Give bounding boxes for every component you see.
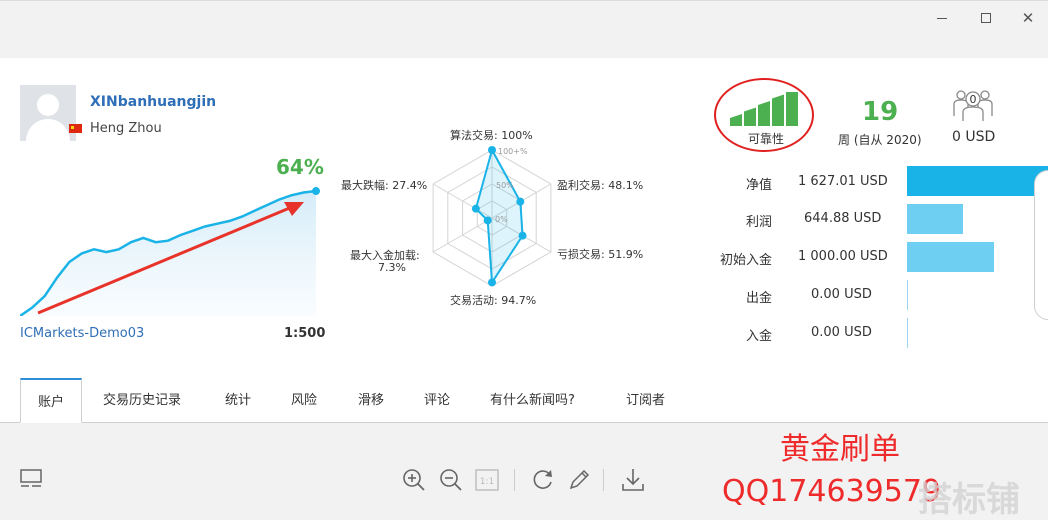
zoom-reset-icon[interactable]: 1:1 [475, 469, 499, 491]
tab-account[interactable]: 账户 [20, 378, 82, 423]
zoom-in-icon[interactable] [402, 468, 426, 492]
radar-ring-label-50: 50% [496, 181, 514, 190]
watermark-qq: QQ174639579 [722, 474, 942, 509]
growth-area [20, 191, 316, 316]
stat-bar-equity [907, 166, 1048, 196]
tab-reviews[interactable]: 评论 [424, 378, 450, 423]
reliability-widget[interactable]: 可靠性 [714, 78, 814, 152]
reliability-bar [744, 107, 756, 126]
svg-text:1:1: 1:1 [480, 477, 494, 487]
radar-point [471, 204, 480, 213]
minimize-icon[interactable] [932, 8, 952, 28]
radar-label-drawdown: 最大跌幅: 27.4% [341, 179, 428, 192]
stat-bar-withdrawals [907, 280, 908, 310]
radar-chart: 100+% 50% 0% [432, 146, 552, 287]
stat-label-profit: 利润 [745, 215, 772, 230]
tab-statistics[interactable]: 统计 [225, 378, 251, 423]
edit-pencil-icon[interactable] [567, 468, 591, 492]
growth-end-point [312, 187, 320, 196]
stat-value-equity: 1 627.01 USD [798, 174, 888, 189]
stat-value-profit: 644.88 USD [804, 211, 882, 226]
radar-ring-label-100: 100+% [498, 147, 528, 156]
leverage-value: 1:500 [284, 326, 326, 341]
subscribers-count: 0 [969, 93, 977, 106]
maximize-icon[interactable] [976, 8, 996, 28]
toolbar-separator [514, 469, 515, 491]
weeks-count: 19 [862, 97, 899, 127]
radar-label-algo: 算法交易: 100% [450, 129, 533, 142]
reliability-bars-icon [730, 92, 798, 126]
tab-slippage[interactable]: 滑移 [358, 378, 384, 423]
reliability-bar [758, 101, 770, 126]
weeks-label: 周 (自从 2020) [838, 133, 922, 147]
stat-label-initial-deposit: 初始入金 [719, 253, 772, 268]
radar-label-activity: 交易活动: 94.7% [450, 294, 537, 307]
watermark-overlay: 搭标铺 [918, 480, 1020, 520]
stat-label-equity: 净值 [745, 178, 772, 193]
server-name[interactable]: ICMarkets-Demo03 [20, 326, 144, 341]
radar-label-profit: 盈利交易: 48.1% [557, 179, 644, 192]
radar-point [518, 231, 527, 240]
stat-bar-profit [907, 204, 963, 234]
download-icon[interactable] [621, 467, 645, 493]
reliability-bar [730, 114, 742, 126]
side-panel-handle[interactable] [1034, 170, 1048, 320]
stat-label-deposits: 入金 [745, 329, 772, 344]
watermark-text: 黄金刷单 [780, 432, 900, 467]
avatar [20, 85, 76, 141]
location-name: Heng Zhou [90, 121, 162, 136]
toolbar-separator [603, 469, 604, 491]
reliability-bar [786, 92, 798, 126]
stat-label-withdrawals: 出金 [745, 291, 772, 306]
stat-bar-initial-deposit [907, 242, 994, 272]
zoom-out-icon[interactable] [439, 468, 463, 492]
radar-point [483, 216, 492, 225]
subscription-price: 0 USD [952, 129, 996, 145]
stat-value-deposits: 0.00 USD [811, 325, 872, 340]
reliability-bar [772, 94, 784, 126]
username-link[interactable]: XINbanhuangjin [90, 94, 216, 110]
radar-label-loss: 亏损交易: 51.9% [557, 248, 644, 261]
window-titlebar [0, 0, 1048, 58]
radar-ring-label-0: 0% [495, 215, 508, 224]
reliability-label: 可靠性 [748, 132, 785, 146]
tab-subscribers[interactable]: 订阅者 [626, 378, 665, 423]
tab-trade-history[interactable]: 交易历史记录 [103, 378, 181, 423]
growth-chart [20, 187, 320, 316]
radar-point [488, 278, 496, 287]
radar-label-deposit-value: 7.3% [378, 261, 406, 274]
refresh-icon[interactable] [531, 468, 555, 492]
radar-point [488, 146, 496, 154]
close-icon[interactable]: ✕ [1018, 8, 1038, 28]
china-flag-icon [69, 124, 82, 133]
radar-point [516, 197, 525, 206]
stat-bar-deposits [907, 318, 908, 348]
tab-bar: 账户 交易历史记录 统计 风险 滑移 评论 有什么新闻吗? 订阅者 [0, 378, 1048, 423]
stat-value-withdrawals: 0.00 USD [811, 287, 872, 302]
tab-news[interactable]: 有什么新闻吗? [490, 378, 575, 423]
layout-icon[interactable] [20, 469, 42, 489]
tab-risk[interactable]: 风险 [291, 378, 317, 423]
stat-value-initial-deposit: 1 000.00 USD [798, 249, 888, 264]
